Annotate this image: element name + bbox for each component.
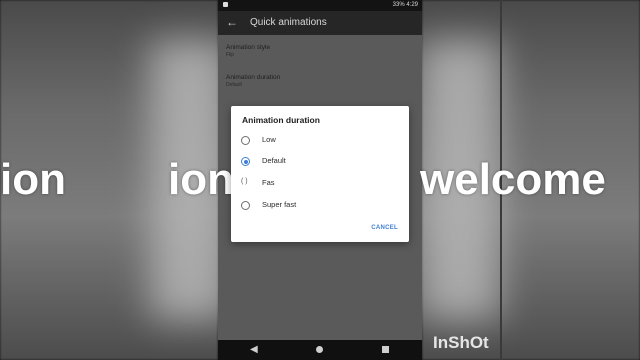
option-fast[interactable]: Fas xyxy=(241,177,391,191)
dialog-title: Animation duration xyxy=(242,115,320,125)
setting-title: Animation style xyxy=(226,44,271,51)
setting-animation-duration[interactable]: Animation duration Default xyxy=(226,74,280,88)
radio-button[interactable] xyxy=(241,201,250,210)
status-bar: 33% 4:29 xyxy=(218,0,422,11)
overlay-caption-left: ion xyxy=(0,155,66,204)
setting-summary: Default xyxy=(226,82,242,88)
notification-icon xyxy=(223,2,228,7)
arrow-left-icon[interactable]: ← xyxy=(226,15,238,29)
page-title: Quick animations xyxy=(250,17,327,28)
option-default[interactable]: Default xyxy=(241,155,391,169)
nav-recents-icon[interactable] xyxy=(382,346,389,353)
cancel-button[interactable]: CANCEL xyxy=(371,225,398,231)
radio-button-selected[interactable] xyxy=(241,157,250,166)
app-bar: ← Quick animations xyxy=(218,11,422,35)
nav-home-icon[interactable] xyxy=(316,346,323,353)
inshot-watermark: InShOt xyxy=(433,333,489,352)
navigation-bar: ◀ xyxy=(218,340,422,360)
option-low[interactable]: Low xyxy=(241,134,391,148)
animation-duration-dialog: Animation duration Low Default Fas Super… xyxy=(231,106,409,242)
radio-button[interactable] xyxy=(241,136,250,145)
setting-title: Animation duration xyxy=(226,74,281,81)
option-label: Low xyxy=(262,135,276,144)
status-bar-text: 33% 4:29 xyxy=(392,2,418,8)
option-label: Fas xyxy=(262,178,275,187)
option-label: Default xyxy=(262,156,286,165)
overlay-caption-right: welcome xyxy=(420,155,606,204)
nav-back-icon[interactable]: ◀ xyxy=(250,344,258,355)
option-label: Super fast xyxy=(262,200,297,209)
setting-animation-style[interactable]: Animation style Flip xyxy=(226,44,270,58)
radio-button-animating[interactable] xyxy=(241,178,250,188)
setting-summary: Flip xyxy=(226,52,235,58)
option-super-fast[interactable]: Super fast xyxy=(241,199,391,213)
